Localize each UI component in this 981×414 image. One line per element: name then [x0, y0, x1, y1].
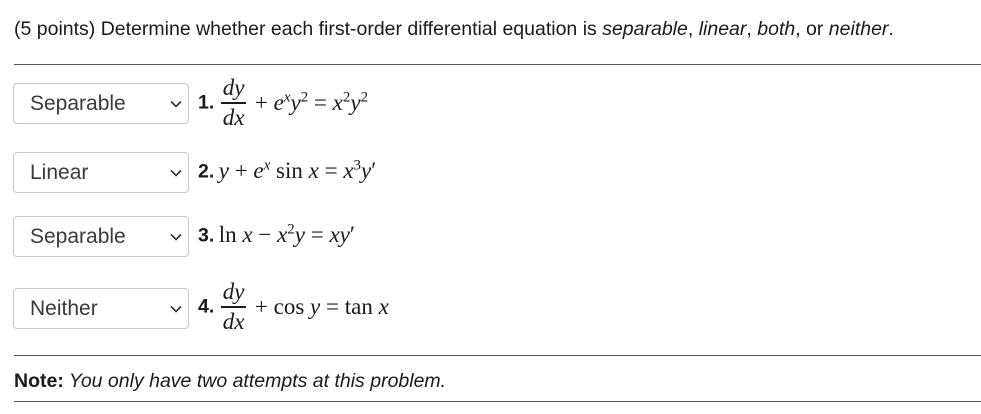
prompt-text: Determine whether each first-order diffe… — [95, 18, 603, 40]
option-both: both — [757, 18, 796, 40]
numerator: dy — [222, 279, 245, 304]
select-value: Linear — [30, 160, 89, 184]
select-value: Separable — [30, 91, 126, 115]
chevron-down-icon — [170, 100, 182, 108]
option-separable: separable — [602, 18, 688, 40]
problem-number: 3. — [198, 224, 215, 247]
problem-row-2: Linear 2. y + ex sin x = x3y′ — [0, 151, 981, 195]
equation-rhs: + exy2 = x2y2 — [254, 89, 369, 116]
chevron-down-icon — [170, 305, 182, 313]
fraction-dy-dx: dy dx — [220, 75, 247, 130]
problem-number: 1. — [198, 91, 215, 114]
fraction-dy-dx: dy dx — [220, 279, 247, 334]
equation-1: 1. dy dx + exy2 = x2y2 — [198, 76, 368, 130]
chevron-down-icon — [170, 233, 182, 241]
points-label: (5 points) — [14, 18, 96, 40]
problem-row-1: Separable 1. dy dx + exy2 = x2y2 — [0, 76, 981, 134]
problem-row-3: Separable 3. ln x − x2y = xy′ — [0, 215, 981, 259]
option-linear: linear — [698, 18, 747, 40]
top-divider — [14, 64, 981, 65]
equation-2: 2. y + ex sin x = x3y′ — [198, 157, 376, 184]
denominator: dx — [222, 104, 245, 130]
numerator: dy — [222, 75, 245, 100]
answer-select-2[interactable]: Linear — [13, 152, 189, 193]
option-neither: neither — [828, 18, 889, 40]
problem-number: 4. — [198, 295, 215, 318]
note-label: Note: — [14, 370, 64, 392]
equation-3: 3. ln x − x2y = xy′ — [198, 221, 355, 248]
answer-select-4[interactable]: Neither — [13, 288, 189, 329]
answer-select-1[interactable]: Separable — [13, 83, 189, 124]
problem-row-4: Neither 4. dy dx + cos y = tan x — [0, 280, 981, 338]
chevron-down-icon — [170, 169, 182, 177]
select-value: Neither — [30, 296, 98, 320]
equation-text: ln x − x2y = xy′ — [218, 221, 355, 247]
problem-number: 2. — [198, 160, 215, 183]
bottom-divider-upper — [14, 355, 981, 356]
bottom-divider-lower — [14, 401, 981, 402]
equation-rhs: + cos y = tan x — [254, 293, 389, 319]
select-value: Separable — [30, 224, 126, 248]
denominator: dx — [222, 308, 245, 334]
equation-text: y + ex sin x = x3y′ — [218, 157, 377, 183]
equation-4: 4. dy dx + cos y = tan x — [198, 280, 389, 334]
answer-select-3[interactable]: Separable — [13, 216, 189, 257]
note: Note: You only have two attempts at this… — [14, 369, 446, 393]
note-text: You only have two attempts at this probl… — [63, 370, 447, 392]
question-prompt: (5 points) Determine whether each first-… — [14, 18, 894, 40]
